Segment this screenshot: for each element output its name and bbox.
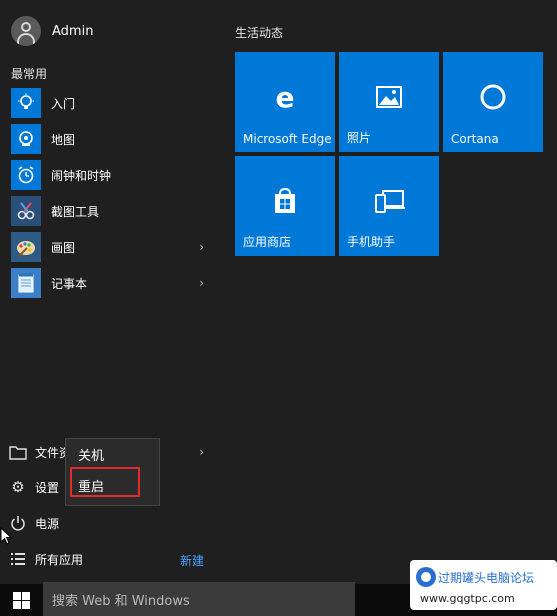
tile-store[interactable]: 应用商店 [235, 156, 335, 256]
live-tiles-heading: 生活动态 [235, 26, 284, 40]
app-item-maps[interactable]: 地图 [0, 122, 215, 156]
app-item-alarms-clock[interactable]: 闹钟和时钟 [0, 158, 215, 192]
tile-label: Cortana [451, 132, 499, 146]
all-apps-item[interactable]: 所有应用 新建 [0, 542, 215, 576]
tile-cortana[interactable]: Cortana [443, 52, 543, 152]
avatar [11, 16, 41, 46]
app-item-get-started[interactable]: 入门 [0, 86, 215, 120]
tile-label: 照片 [347, 131, 372, 145]
chevron-right-icon[interactable]: › [199, 276, 204, 290]
search-box[interactable]: 搜索 Web 和 Windows [43, 582, 355, 616]
shutdown-option[interactable]: 关机 [78, 445, 104, 464]
cortana-icon [478, 82, 508, 112]
phone-companion-icon [374, 186, 405, 216]
tile-label: Microsoft Edge [243, 132, 332, 146]
mouse-cursor-icon [0, 526, 13, 549]
tile-microsoft-edge[interactable]: e Microsoft Edge [235, 52, 335, 152]
settings-label: 设置 [35, 480, 60, 495]
folder-icon [8, 442, 28, 462]
tile-photos[interactable]: 照片 [339, 52, 439, 152]
tile-label: 手机助手 [347, 235, 396, 249]
app-label: 截图工具 [51, 204, 100, 219]
app-label: 地图 [51, 132, 76, 147]
watermark-url: www.gqgtpc.com [420, 592, 515, 605]
most-used-heading: 最常用 [11, 67, 48, 81]
app-item-paint[interactable]: 画图 › [0, 230, 215, 264]
app-item-notepad[interactable]: 记事本 › [0, 266, 215, 300]
photos-icon [374, 82, 404, 112]
svg-text:e: e [276, 82, 295, 112]
app-label: 闹钟和时钟 [51, 168, 112, 183]
search-placeholder: 搜索 Web 和 Windows [52, 593, 190, 609]
notepad-icon [11, 268, 41, 298]
all-apps-label: 所有应用 [35, 552, 84, 567]
store-icon [270, 186, 300, 216]
power-menu: 关机 重启 [65, 438, 160, 506]
user-account[interactable]: Admin [0, 12, 220, 50]
edge-icon: e [270, 81, 300, 114]
chevron-right-icon[interactable]: › [199, 445, 204, 459]
list-icon [8, 549, 28, 569]
gear-icon: ⚙ [11, 478, 25, 496]
app-label: 画图 [51, 240, 76, 255]
new-badge: 新建 [180, 554, 205, 568]
tile-phone-companion[interactable]: 手机助手 [339, 156, 439, 256]
chevron-right-icon[interactable]: › [199, 240, 204, 254]
app-label: 入门 [51, 96, 76, 111]
paint-icon [11, 232, 41, 262]
app-label: 记事本 [51, 276, 88, 291]
alarm-clock-icon [11, 160, 41, 190]
power-label: 电源 [35, 516, 60, 531]
maps-icon [11, 124, 41, 154]
app-item-snipping-tool[interactable]: 截图工具 [0, 194, 215, 228]
watermark-title: 过期罐头电脑论坛 [438, 571, 534, 585]
power-item[interactable]: 电源 [0, 506, 215, 540]
tile-label: 应用商店 [243, 235, 292, 249]
lightbulb-icon [11, 88, 41, 118]
restart-highlight [70, 467, 140, 497]
watermark-logo: 过期罐头电脑论坛 www.gqgtpc.com [410, 560, 557, 610]
user-name: Admin [52, 23, 94, 39]
windows-start-icon[interactable] [13, 592, 30, 613]
snipping-tool-icon [11, 196, 41, 226]
